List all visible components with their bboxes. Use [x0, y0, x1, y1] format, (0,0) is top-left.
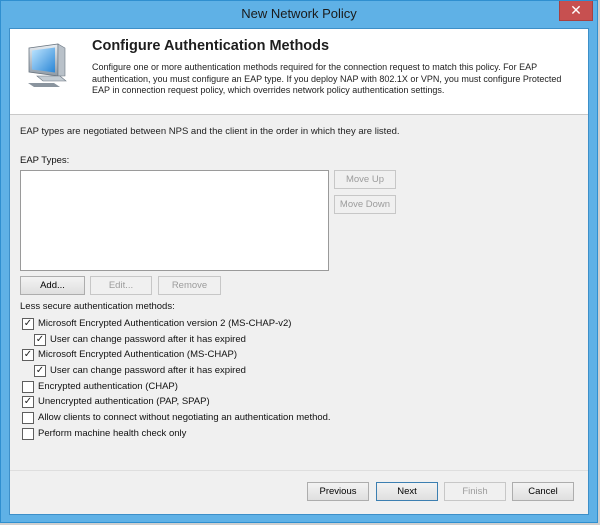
title-bar[interactable]: New Network Policy ✕: [1, 1, 597, 27]
cancel-button[interactable]: Cancel: [512, 482, 574, 501]
close-icon: ✕: [570, 2, 582, 18]
eap-intro-text: EAP types are negotiated between NPS and…: [20, 126, 400, 137]
move-down-button[interactable]: Move Down: [334, 195, 396, 214]
dialog-client-area: Configure Authentication Methods Configu…: [9, 28, 589, 515]
option-label: Microsoft Encrypted Authentication versi…: [38, 318, 292, 329]
checkbox-box[interactable]: ✓: [22, 396, 34, 408]
less-secure-methods-label: Less secure authentication methods:: [20, 301, 175, 312]
option-label: User can change password after it has ex…: [50, 365, 246, 376]
add-eap-button[interactable]: Add...: [20, 276, 85, 295]
new-network-policy-window: New Network Policy ✕ Configure Authentic…: [0, 0, 598, 523]
option-label: Microsoft Encrypted Authentication (MS-C…: [38, 349, 238, 360]
checkbox-box[interactable]: ✓: [34, 334, 46, 346]
checkbox-box[interactable]: ✓: [34, 365, 46, 377]
monitor-network-icon: [28, 43, 67, 87]
eap-types-label: EAP Types:: [20, 155, 70, 166]
checkbox-box[interactable]: [22, 412, 34, 424]
option-label: Allow clients to connect without negotia…: [38, 412, 331, 423]
page-title: Configure Authentication Methods: [92, 38, 330, 54]
option-label: Perform machine health check only: [38, 428, 187, 439]
remove-eap-button[interactable]: Remove: [158, 276, 221, 295]
page-description: Configure one or more authentication met…: [92, 62, 562, 95]
window-title: New Network Policy: [241, 6, 357, 21]
close-button[interactable]: ✕: [559, 1, 593, 21]
checkbox-box[interactable]: ✓: [22, 318, 34, 330]
move-up-button[interactable]: Move Up: [334, 170, 396, 189]
finish-button[interactable]: Finish: [444, 482, 506, 501]
option-label: User can change password after it has ex…: [50, 334, 246, 345]
footer-divider: [10, 470, 588, 471]
option-label: Unencrypted authentication (PAP, SPAP): [38, 396, 210, 407]
wizard-header: Configure Authentication Methods Configu…: [10, 29, 588, 115]
edit-eap-button[interactable]: Edit...: [90, 276, 152, 295]
next-button[interactable]: Next: [376, 482, 438, 501]
option-label: Encrypted authentication (CHAP): [38, 381, 178, 392]
eap-types-list[interactable]: [20, 170, 329, 271]
checkbox-box[interactable]: [22, 428, 34, 440]
previous-button[interactable]: Previous: [307, 482, 369, 501]
checkbox-box[interactable]: ✓: [22, 349, 34, 361]
checkbox-box[interactable]: [22, 381, 34, 393]
